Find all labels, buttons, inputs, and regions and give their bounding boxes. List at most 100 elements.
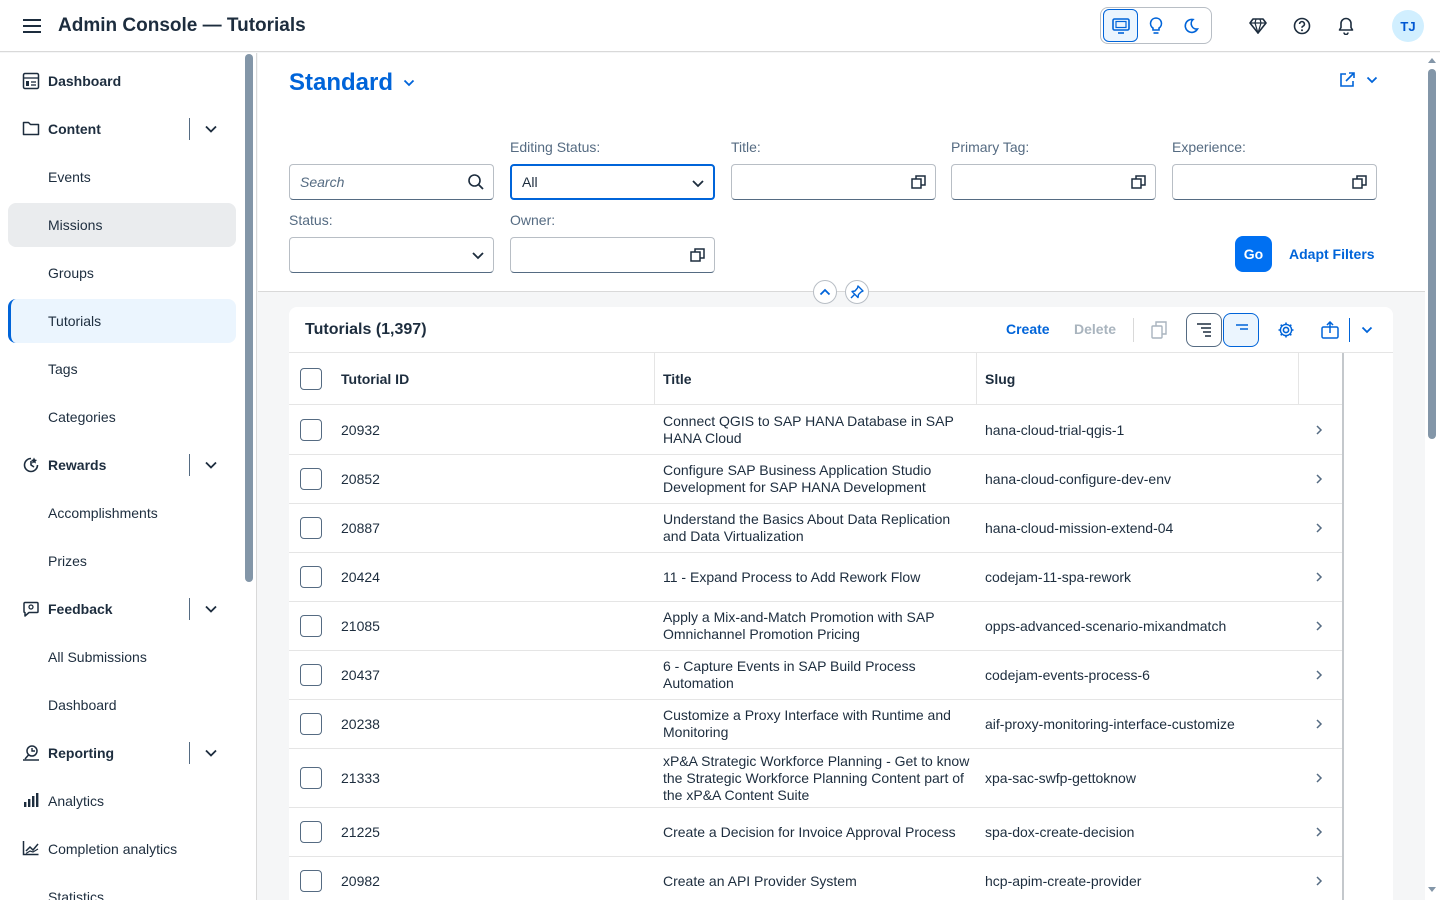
chevron-right-icon[interactable] <box>1315 504 1323 552</box>
sidebar-item-dashboard[interactable]: Dashboard <box>8 683 236 727</box>
chevron-down-icon[interactable] <box>204 745 218 761</box>
sidebar-item-completion-analytics[interactable]: Completion analytics <box>8 827 236 871</box>
status-select[interactable] <box>289 237 494 273</box>
chevron-right-icon[interactable] <box>1315 602 1323 650</box>
sidebar-item-groups[interactable]: Groups <box>8 251 236 295</box>
page-scrollbar[interactable] <box>1425 53 1440 900</box>
title-cell: Apply a Mix-and-Match Promotion with SAP… <box>663 609 935 643</box>
chevron-right-icon[interactable] <box>1315 553 1323 601</box>
moon-theme-icon[interactable] <box>1174 9 1209 42</box>
page-scrollbar-thumb[interactable] <box>1428 69 1436 439</box>
row-checkbox[interactable] <box>300 468 322 490</box>
value-help-icon[interactable] <box>1131 173 1147 194</box>
table-row[interactable]: 21333 xP&A Strategic Workforce Planning -… <box>289 749 1343 808</box>
row-checkbox[interactable] <box>300 767 322 789</box>
column-header-title[interactable]: Title <box>663 353 692 405</box>
chevron-right-icon[interactable] <box>1315 455 1323 503</box>
collapse-header-button[interactable] <box>813 280 837 304</box>
chevron-right-icon[interactable] <box>1315 651 1323 699</box>
checkbox-cell <box>300 749 322 807</box>
table-row[interactable]: 20238 Customize a Proxy Interface with Ru… <box>289 700 1343 749</box>
table-row[interactable]: 20982 Create an API Provider System hcp-ap… <box>289 857 1343 900</box>
table-row[interactable]: 20887 Understand the Basics About Data Re… <box>289 504 1343 553</box>
lightbulb-theme-icon[interactable] <box>1138 9 1173 42</box>
select-all-checkbox[interactable] <box>300 368 322 390</box>
help-icon[interactable] <box>1286 10 1318 42</box>
sidebar-scrollbar[interactable] <box>245 54 253 582</box>
owner-field[interactable] <box>510 237 715 273</box>
row-checkbox[interactable] <box>300 870 322 892</box>
sidebar-item-label: Dashboard <box>48 697 117 713</box>
sidebar-item-content[interactable]: Content <box>8 107 236 151</box>
chevron-down-icon[interactable] <box>204 601 218 617</box>
sidebar-item-accomplishments[interactable]: Accomplishments <box>8 491 236 535</box>
chevron-down-icon[interactable] <box>204 457 218 473</box>
experience-label: Experience: <box>1172 139 1246 155</box>
chevron-right-icon[interactable] <box>1315 857 1323 900</box>
table-row[interactable]: 20437 6 - Capture Events in SAP Build Pro… <box>289 651 1343 700</box>
export-icon[interactable] <box>1312 313 1348 347</box>
export-menu-chevron-icon[interactable] <box>1349 313 1385 347</box>
menu-icon[interactable] <box>14 8 50 44</box>
table-row[interactable]: 20852 Configure SAP Business Application … <box>289 455 1343 504</box>
settings-icon[interactable] <box>1268 313 1304 347</box>
create-button[interactable]: Create <box>1006 321 1050 337</box>
group-icon[interactable] <box>1223 313 1259 347</box>
adapt-filters-button[interactable]: Adapt Filters <box>1289 246 1375 262</box>
share-button[interactable] <box>1338 71 1378 89</box>
chevron-right-icon[interactable] <box>1315 700 1323 748</box>
primary-tag-field[interactable] <box>951 164 1156 200</box>
title-cell: Customize a Proxy Interface with Runtime… <box>663 707 951 741</box>
avatar[interactable]: TJ <box>1392 10 1424 42</box>
experience-field[interactable] <box>1172 164 1377 200</box>
title-field[interactable] <box>731 164 936 200</box>
table-row[interactable]: 21225 Create a Decision for Invoice Appro… <box>289 808 1343 857</box>
sidebar-item-tutorials[interactable]: Tutorials <box>8 299 236 343</box>
diamond-icon[interactable] <box>1242 10 1274 42</box>
value-help-icon[interactable] <box>690 246 706 267</box>
table-row[interactable]: 21085 Apply a Mix-and-Match Promotion wit… <box>289 602 1343 651</box>
chevron-right-icon[interactable] <box>1315 749 1323 807</box>
sidebar-item-all-submissions[interactable]: All Submissions <box>8 635 236 679</box>
editing-status-select[interactable]: All <box>510 164 715 200</box>
value-help-icon[interactable] <box>1352 173 1368 194</box>
sidebar-item-statistics[interactable]: Statistics <box>8 875 236 900</box>
sidebar-item-dashboard[interactable]: Dashboard <box>8 59 236 103</box>
value-help-icon[interactable] <box>911 173 927 194</box>
sidebar-item-reporting[interactable]: Reporting <box>8 731 236 775</box>
scroll-down-icon[interactable] <box>1427 886 1437 894</box>
sidebar-item-missions[interactable]: Missions <box>8 203 236 247</box>
pin-header-button[interactable] <box>845 280 869 304</box>
chevron-right-icon[interactable] <box>1315 406 1323 454</box>
row-checkbox[interactable] <box>300 419 322 441</box>
sidebar-item-tags[interactable]: Tags <box>8 347 236 391</box>
row-checkbox[interactable] <box>300 713 322 735</box>
table-row[interactable]: 20424 11 - Expand Process to Add Rework F… <box>289 553 1343 602</box>
search-input[interactable]: Search <box>289 164 494 200</box>
row-checkbox[interactable] <box>300 566 322 588</box>
sidebar-item-rewards[interactable]: Rewards <box>8 443 236 487</box>
desktop-theme-icon[interactable] <box>1103 9 1139 42</box>
row-checkbox[interactable] <box>300 517 322 539</box>
copy-icon[interactable] <box>1141 313 1177 347</box>
scroll-up-icon[interactable] <box>1427 56 1437 64</box>
chevron-down-icon[interactable] <box>204 121 218 137</box>
sidebar-item-analytics[interactable]: Analytics <box>8 779 236 823</box>
variant-selector[interactable]: Standard <box>289 69 415 97</box>
go-button[interactable]: Go <box>1235 236 1272 272</box>
table-row[interactable]: 20932 Connect QGIS to SAP HANA Database i… <box>289 406 1343 455</box>
sidebar-item-events[interactable]: Events <box>8 155 236 199</box>
column-header-id[interactable]: Tutorial ID <box>341 353 409 405</box>
sidebar-item-feedback[interactable]: Feedback <box>8 587 236 631</box>
bell-icon[interactable] <box>1330 10 1362 42</box>
row-checkbox[interactable] <box>300 615 322 637</box>
sidebar-item-categories[interactable]: Categories <box>8 395 236 439</box>
sidebar-item-prizes[interactable]: Prizes <box>8 539 236 583</box>
sort-icon[interactable] <box>1186 313 1222 347</box>
chevron-right-icon[interactable] <box>1315 808 1323 856</box>
row-checkbox[interactable] <box>300 664 322 686</box>
delete-button[interactable]: Delete <box>1074 321 1116 337</box>
row-checkbox[interactable] <box>300 821 322 843</box>
search-icon[interactable] <box>467 173 485 194</box>
column-header-slug[interactable]: Slug <box>985 353 1015 405</box>
